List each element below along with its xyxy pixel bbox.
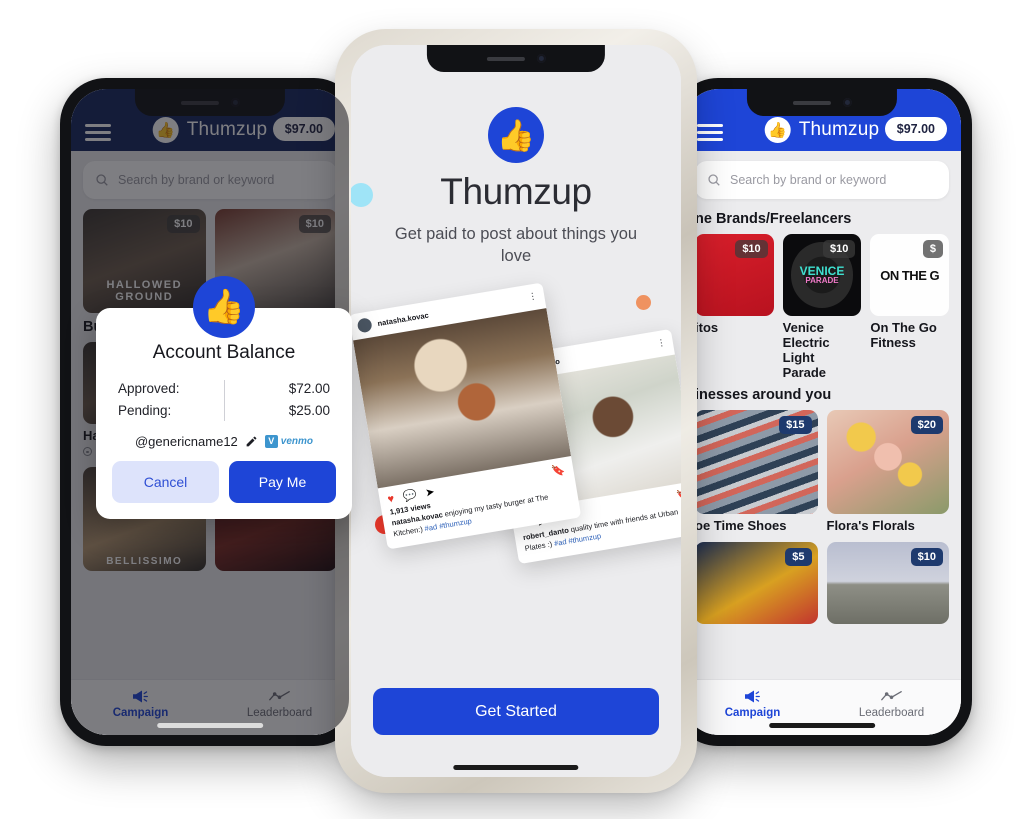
payment-handle-row: @genericname12 V venmo bbox=[112, 434, 336, 449]
card-title: Venice Electric Light Parade bbox=[782, 320, 830, 380]
decorative-dot-orange bbox=[636, 295, 651, 310]
row-value: $25.00 bbox=[288, 403, 330, 419]
venmo-icon: V bbox=[264, 434, 278, 448]
price-badge: $15 bbox=[779, 415, 812, 434]
list-item[interactable]: $10 bbox=[826, 541, 949, 624]
card-title: Flora's Florals bbox=[826, 517, 915, 533]
venmo-handle: @genericname12 bbox=[134, 433, 238, 449]
venmo-badge: V venmo bbox=[264, 434, 314, 448]
speaker-grille bbox=[792, 100, 831, 105]
card-title: On The Go Fitness bbox=[870, 320, 937, 350]
megaphone-icon bbox=[745, 690, 760, 702]
cancel-button[interactable]: Cancel bbox=[112, 460, 219, 503]
tab-campaign[interactable]: Campaign bbox=[683, 680, 822, 727]
balance-grid: Approved: $72.00 Pending: $25.00 bbox=[112, 378, 336, 423]
balance-pill[interactable]: $97.00 bbox=[884, 117, 947, 141]
card-image: $5 bbox=[695, 541, 818, 624]
row-label: Approved: bbox=[118, 381, 180, 396]
pencil-icon[interactable] bbox=[245, 435, 258, 448]
price-badge: $ bbox=[922, 240, 944, 258]
home-indicator bbox=[769, 723, 875, 728]
price-badge: $10 bbox=[735, 240, 768, 258]
search-icon bbox=[708, 174, 720, 186]
page-subtitle: Get paid to post about things you love bbox=[394, 225, 638, 266]
screenshot-stage: 👍 Thumzup $97.00 Search by brand or keyw… bbox=[0, 0, 1024, 819]
phone-right-screen: 👍 Thumzup $97.00 Search by brand or keyw… bbox=[683, 89, 961, 735]
post-image bbox=[353, 308, 572, 489]
thumbs-up-icon: 👍 bbox=[193, 276, 255, 338]
thumbs-up-icon: 👍 bbox=[488, 107, 544, 163]
search-placeholder: Search by brand or keyword bbox=[730, 173, 887, 187]
tab-label: Leaderboard bbox=[858, 706, 925, 719]
card-image: $10 bbox=[695, 234, 774, 316]
price-badge: $20 bbox=[910, 415, 943, 434]
share-icon[interactable]: ➤ bbox=[424, 485, 436, 499]
home-indicator bbox=[157, 723, 263, 728]
account-balance-modal: 👍 Account Balance Approved: $72.00 Pendi… bbox=[96, 276, 352, 519]
front-camera bbox=[842, 98, 852, 107]
thumbs-up-icon: 👍 bbox=[764, 117, 791, 143]
comment-icon[interactable]: 💬 bbox=[402, 488, 417, 503]
row-value: $72.00 bbox=[288, 381, 330, 396]
app-brand: 👍 Thumzup bbox=[764, 117, 880, 143]
home-indicator bbox=[453, 765, 579, 770]
campaign-body: ne Brands/Freelancers $10 itos VENICE PAR… bbox=[683, 205, 961, 679]
balance-row-approved: Approved: $72.00 bbox=[118, 378, 330, 400]
list-item[interactable]: $10 itos bbox=[695, 234, 774, 381]
price-badge: $10 bbox=[822, 240, 856, 258]
businesses-row-2: $5 $10 bbox=[695, 541, 949, 624]
campaign-screen: 👍 Thumzup $97.00 Search by brand or keyw… bbox=[683, 89, 961, 735]
list-item[interactable]: $5 bbox=[695, 541, 818, 624]
list-item[interactable]: $15 oe Time Shoes bbox=[695, 409, 818, 534]
card-image: $15 bbox=[695, 409, 818, 514]
pay-me-button[interactable]: Pay Me bbox=[229, 460, 336, 503]
notch bbox=[746, 89, 898, 116]
card-image: $20 bbox=[826, 409, 949, 514]
get-started-button[interactable]: Get Started bbox=[373, 688, 659, 735]
row-label: Pending: bbox=[118, 403, 172, 419]
line-chart-icon bbox=[881, 690, 902, 700]
more-options-icon[interactable]: ⋮ bbox=[656, 337, 667, 348]
list-item[interactable]: $20 Flora's Florals bbox=[826, 409, 949, 534]
bookmark-icon[interactable]: 🔖 bbox=[551, 463, 566, 478]
brands-row: $10 itos VENICE PARADE $10 Venice Electri… bbox=[695, 234, 950, 381]
front-camera bbox=[536, 54, 546, 63]
more-options-icon[interactable]: ⋮ bbox=[527, 291, 538, 302]
card-image: ON THE G $ bbox=[870, 234, 950, 316]
card-title: itos bbox=[695, 320, 719, 335]
price-badge: $5 bbox=[785, 547, 812, 566]
notch bbox=[426, 45, 606, 72]
phone-center-screen: 👍 Thumzup Get paid to post about things … bbox=[351, 45, 681, 777]
page-title: Thumzup bbox=[440, 171, 592, 212]
avatar bbox=[356, 317, 373, 334]
post-username: natasha.kovac bbox=[376, 310, 430, 328]
instagram-post-card[interactable]: natasha.kovac ⋮ ♥ 💬 ➤ 🔖 1,913 views nata… bbox=[351, 282, 582, 550]
phone-right: 👍 Thumzup $97.00 Search by brand or keyw… bbox=[667, 73, 977, 751]
card-title: oe Time Shoes bbox=[695, 517, 787, 533]
tab-leaderboard[interactable]: Leaderboard bbox=[822, 680, 961, 727]
section-title-businesses: inesses around you bbox=[695, 386, 832, 403]
search-input[interactable]: Search by brand or keyword bbox=[695, 161, 949, 199]
brand-name: Thumzup bbox=[798, 119, 880, 140]
businesses-row-1: $15 oe Time Shoes $20 Flora's Florals bbox=[695, 409, 949, 534]
search-wrapper: Search by brand or keyword bbox=[683, 151, 961, 205]
modal-actions: Cancel Pay Me bbox=[112, 460, 336, 503]
balance-row-pending: Pending: $25.00 bbox=[118, 400, 330, 422]
like-icon[interactable]: ♥ bbox=[387, 492, 395, 505]
list-item[interactable]: VENICE PARADE $10 Venice Electric Light P… bbox=[782, 234, 862, 381]
onboarding-screen: 👍 Thumzup Get paid to post about things … bbox=[351, 45, 681, 777]
card-image: $10 bbox=[826, 541, 949, 624]
speaker-grille bbox=[486, 56, 525, 61]
modal-title: Account Balance bbox=[152, 342, 296, 363]
tab-label: Campaign bbox=[724, 706, 781, 719]
venmo-label: venmo bbox=[280, 435, 314, 447]
price-badge: $10 bbox=[910, 547, 943, 566]
section-title-brands: ne Brands/Freelancers bbox=[695, 211, 852, 227]
hamburger-menu-icon[interactable] bbox=[697, 124, 723, 141]
phone-center: 👍 Thumzup Get paid to post about things … bbox=[335, 29, 697, 793]
card-image: VENICE PARADE $10 bbox=[782, 234, 862, 316]
list-item[interactable]: ON THE G $ On The Go Fitness bbox=[870, 234, 950, 381]
bookmark-icon[interactable]: 🔖 bbox=[676, 488, 681, 503]
